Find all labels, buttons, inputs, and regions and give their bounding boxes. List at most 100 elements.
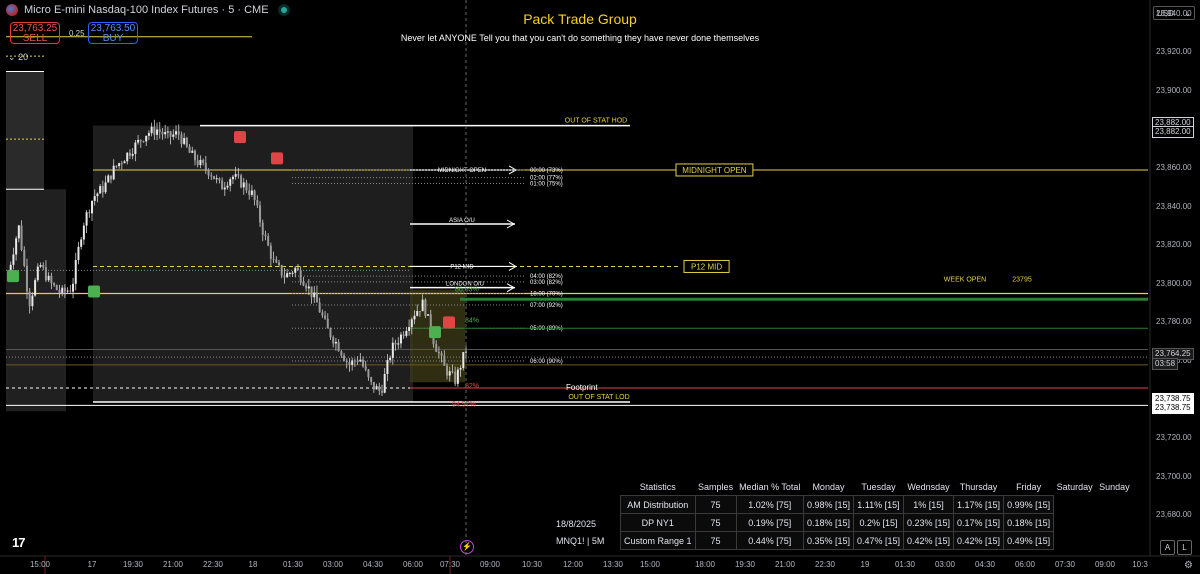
stats-body: AM Distribution 75 1.02% [75] 0.98% [15] 1.1…	[620, 495, 1133, 550]
stats-cell: 0.23% [15]	[902, 513, 955, 532]
signal-marker-icon	[88, 285, 100, 298]
candle-body	[337, 341, 340, 352]
log-scale-button[interactable]: L	[1177, 540, 1192, 555]
price-tick-label: 23,840.00	[1156, 201, 1192, 211]
stats-header-cell: Friday	[1016, 481, 1042, 492]
candle-body	[340, 351, 343, 356]
candle-body	[367, 369, 370, 378]
session-box-prev-2	[6, 189, 66, 412]
auto-scale-button[interactable]: A	[1160, 540, 1175, 555]
time-tick-label: 15:00	[639, 560, 661, 569]
candle-body	[77, 246, 80, 260]
candle-body	[424, 299, 427, 316]
sell-button[interactable]: 23,763.25 SELL	[10, 22, 60, 44]
candle-body	[283, 275, 286, 278]
time-tick-label: 07:30	[439, 560, 461, 569]
signal-marker-icon	[443, 316, 455, 329]
candle-body	[20, 225, 23, 251]
us-flag-icon	[6, 4, 18, 16]
banner-subtitle: Never let ANYONE Tell you that you can't…	[400, 33, 760, 43]
candle-body	[245, 182, 248, 191]
candle-body	[356, 360, 359, 362]
candle-body	[386, 360, 389, 374]
p12-mid-tag: P12 MID	[691, 262, 722, 271]
candle-body	[36, 266, 39, 281]
candle-body	[413, 315, 416, 320]
stats-cell: AM Distribution	[620, 495, 696, 514]
symbol-header[interactable]: Micro E-mini Nasdaq-100 Index Futures · …	[6, 4, 287, 16]
candle-body	[462, 352, 465, 369]
candle-body	[296, 267, 299, 270]
candle-body	[332, 337, 335, 344]
candle-body	[66, 290, 69, 292]
time-tick-label: 15:00	[29, 560, 51, 569]
candle-body	[223, 187, 226, 190]
candle-body	[372, 381, 375, 390]
candle-body	[58, 289, 61, 293]
candle-body	[321, 312, 324, 316]
week-open-label: WEEK OPEN	[944, 276, 986, 283]
time-tick-label: 19	[860, 560, 870, 569]
interval-toggle[interactable]: ⌄ 20	[8, 52, 28, 63]
candle-body	[158, 129, 161, 132]
time-tick-label: 09:00	[479, 560, 501, 569]
candle-body	[215, 178, 218, 180]
time-tick-label: 13:30	[602, 560, 624, 569]
candle-body	[72, 283, 75, 292]
candle-body	[112, 165, 115, 180]
candle-body	[25, 265, 28, 292]
replay-icon[interactable]: ⚡	[460, 540, 474, 554]
candle-body	[91, 200, 94, 214]
candle-body	[188, 146, 191, 153]
candle-body	[139, 139, 142, 142]
candle-body	[169, 131, 172, 137]
symbol-title[interactable]: Micro E-mini Nasdaq-100 Index Futures · …	[24, 4, 269, 16]
candle-body	[147, 133, 150, 136]
time-tick-label: 06:00	[402, 560, 424, 569]
gear-icon[interactable]: ⚙	[1184, 560, 1193, 571]
price-tick-label: 23,820.00	[1156, 240, 1192, 250]
stats-cell: 0.99% [15]	[1003, 495, 1055, 514]
candle-body	[310, 286, 313, 298]
time-level-label: 01:00 (75%)	[530, 181, 563, 187]
candle-body	[465, 351, 467, 353]
candle-body	[123, 161, 126, 164]
candle-body	[288, 272, 291, 274]
candle-body	[326, 318, 329, 329]
stats-header-cell: Thursday	[959, 481, 998, 492]
price-tick-label: 23,940.00	[1156, 8, 1192, 18]
candle-body	[456, 369, 459, 384]
time-tick-label: 07:30	[1054, 560, 1076, 569]
stats-cell: 75	[694, 513, 737, 532]
candle-body	[15, 238, 18, 255]
candle-body	[172, 134, 175, 137]
candle-body	[272, 258, 275, 260]
candle-body	[74, 259, 77, 284]
candle-body	[44, 267, 47, 281]
time-tick-label: 21:00	[162, 560, 184, 569]
candle-body	[107, 175, 110, 183]
candle-body	[196, 160, 199, 166]
candle-body	[218, 178, 221, 181]
candle-body	[329, 328, 332, 338]
price-tick-label: 23,800.00	[1156, 278, 1192, 288]
stats-cell: 0.18% [15]	[802, 513, 854, 532]
candle-body	[118, 163, 121, 167]
candle-body	[250, 190, 253, 195]
interval-value: 20	[18, 52, 29, 62]
candle-body	[305, 285, 308, 289]
candle-body	[440, 353, 443, 356]
candle-body	[63, 287, 66, 292]
time-tick-label: 18	[248, 560, 258, 569]
buy-button[interactable]: 23,763.50 BUY	[88, 22, 138, 44]
time-tick-label: 06:00	[1014, 560, 1036, 569]
candle-body	[259, 205, 262, 223]
tradingview-logo[interactable]: 17	[12, 535, 26, 550]
candle-body	[345, 360, 348, 363]
time-tick-label: 03:00	[322, 560, 344, 569]
candle-body	[183, 138, 186, 144]
time-tick-label: 04:30	[362, 560, 384, 569]
candle-body	[242, 182, 245, 188]
candle-body	[28, 291, 31, 307]
candle-body	[318, 302, 321, 313]
